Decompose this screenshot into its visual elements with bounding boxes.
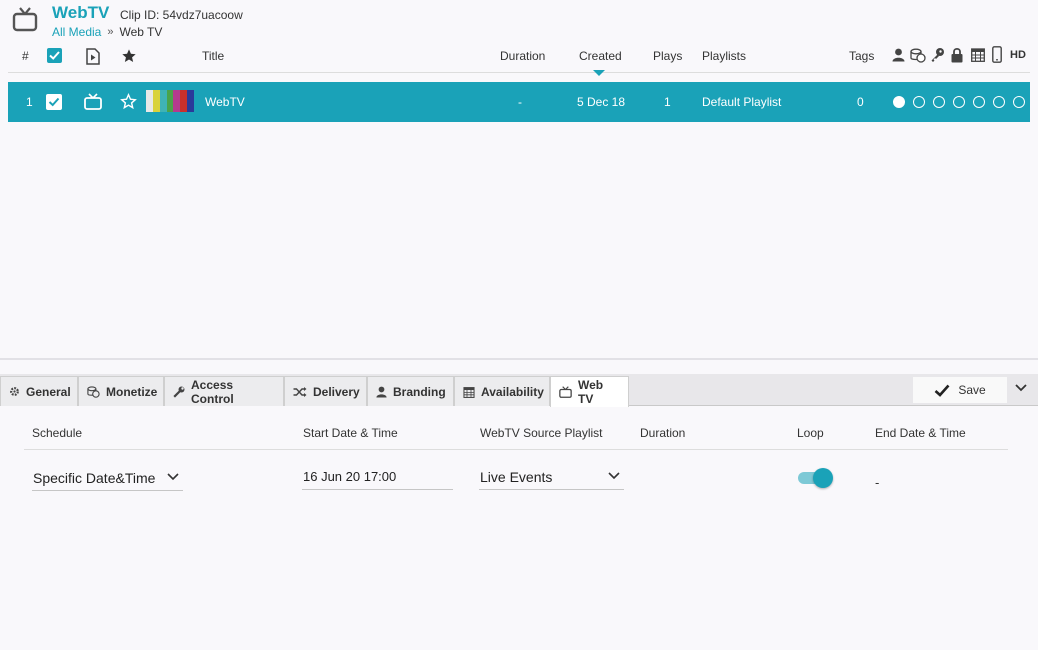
user-icon [376, 386, 387, 397]
table-row[interactable]: 1 WebTV - 5 Dec 18 1 Default Playlist 0 [8, 82, 1030, 122]
column-hd[interactable]: HD [1010, 49, 1026, 61]
save-label: Save [958, 383, 986, 397]
breadcrumb-separator: » [107, 26, 114, 38]
row-number: 1 [26, 95, 33, 109]
tab-monetize[interactable]: Monetize [78, 376, 164, 406]
tab-label: Access Control [191, 377, 234, 406]
column-playlists[interactable]: Playlists [702, 49, 746, 63]
app-title: WebTV [52, 3, 110, 22]
gear-icon [10, 387, 19, 396]
status-dot-icon [893, 96, 905, 108]
coins-icon [87, 385, 100, 398]
start-header: Start Date & Time [303, 426, 398, 440]
wrench-icon [173, 386, 185, 398]
column-duration[interactable]: Duration [500, 49, 545, 63]
row-checkbox[interactable] [46, 94, 62, 110]
schedule-header: Schedule [32, 426, 83, 440]
tab-label: Delivery [313, 384, 360, 399]
schedule-value: Specific Date&Time [33, 470, 156, 486]
mobile-icon[interactable] [992, 46, 1002, 63]
tv-icon [84, 93, 102, 110]
row-tags: 0 [857, 95, 864, 109]
tab-web-tv[interactable]: Web TV [550, 376, 629, 407]
source-playlist-select[interactable]: Live Events [479, 463, 624, 490]
tab-label: Branding [393, 384, 446, 399]
row-duration: - [518, 95, 522, 109]
tv-icon [559, 386, 572, 398]
breadcrumb-current: Web TV [119, 25, 163, 39]
status-dot-icon [993, 96, 1005, 108]
check-icon [49, 51, 60, 60]
select-all-checkbox[interactable] [47, 48, 62, 63]
end-datetime-value: - [875, 475, 880, 490]
coins-icon[interactable] [910, 48, 926, 63]
schedule-select[interactable]: Specific Date&Time [32, 464, 183, 491]
tab-label: Monetize [106, 384, 158, 399]
table-header: # Title Duration Created Plays Playlists… [8, 44, 1030, 76]
loop-toggle[interactable] [797, 468, 833, 488]
tab-bar: General Monetize Access Control Delivery… [0, 374, 1038, 407]
status-indicators [893, 96, 1025, 108]
chevron-down-icon [608, 472, 620, 480]
status-dot-icon [973, 96, 985, 108]
breadcrumb: All Media » Web TV [52, 25, 162, 39]
tab-branding[interactable]: Branding [367, 376, 454, 406]
row-plays: 1 [664, 95, 671, 109]
row-created: 5 Dec 18 [577, 95, 626, 109]
tab-label: General [26, 384, 71, 399]
star-icon[interactable] [121, 48, 137, 64]
tab-access-control[interactable]: Access Control [164, 376, 284, 406]
end-header: End Date & Time [875, 426, 966, 440]
clip-id: Clip ID: 54vdz7uacoow [120, 8, 243, 22]
webtv-form-header: Schedule Start Date & Time WebTV Source … [24, 418, 1008, 450]
tv-icon [12, 7, 38, 32]
tab-delivery[interactable]: Delivery [284, 376, 367, 406]
row-playlist: Default Playlist [702, 95, 782, 109]
tab-general[interactable]: General [0, 376, 78, 406]
column-tags[interactable]: Tags [849, 49, 874, 63]
row-title[interactable]: WebTV [205, 95, 245, 109]
status-dot-icon [933, 96, 945, 108]
video-file-icon[interactable] [86, 48, 100, 65]
toggle-knob [813, 468, 833, 488]
column-plays[interactable]: Plays [653, 49, 682, 63]
source-value: Live Events [480, 469, 553, 485]
tab-label: Web TV [578, 378, 604, 406]
chevron-down-icon [167, 473, 179, 481]
key-icon[interactable] [930, 47, 945, 63]
user-icon[interactable] [892, 48, 905, 62]
start-value: 16 Jun 20 17:00 [303, 469, 397, 484]
lock-icon[interactable] [951, 47, 963, 63]
shuffle-icon [293, 386, 307, 397]
tab-availability[interactable]: Availability [454, 376, 550, 406]
duration-header: Duration [640, 426, 686, 440]
status-dot-icon [1013, 96, 1025, 108]
status-dot-icon [953, 96, 965, 108]
favorite-star-icon[interactable] [120, 93, 137, 110]
loop-header: Loop [797, 426, 824, 440]
calendar-icon[interactable] [971, 47, 985, 62]
sort-indicator-icon [593, 70, 605, 76]
column-created[interactable]: Created [579, 49, 622, 63]
header: WebTV Clip ID: 54vdz7uacoow All Media » … [0, 0, 1038, 44]
source-header: WebTV Source Playlist [480, 426, 603, 440]
panel-divider[interactable] [0, 358, 1038, 360]
check-icon [934, 384, 950, 397]
save-button[interactable]: Save [913, 377, 1007, 403]
tab-label: Availability [481, 384, 544, 399]
status-dot-icon [913, 96, 925, 108]
video-thumbnail[interactable] [146, 90, 195, 112]
calendar-icon [463, 386, 475, 398]
column-title[interactable]: Title [202, 49, 224, 63]
breadcrumb-all-media[interactable]: All Media [52, 25, 101, 39]
column-number: # [22, 49, 29, 63]
chevron-down-icon[interactable] [1015, 384, 1027, 392]
start-datetime-input[interactable]: 16 Jun 20 17:00 [302, 463, 453, 490]
check-icon [48, 97, 60, 107]
